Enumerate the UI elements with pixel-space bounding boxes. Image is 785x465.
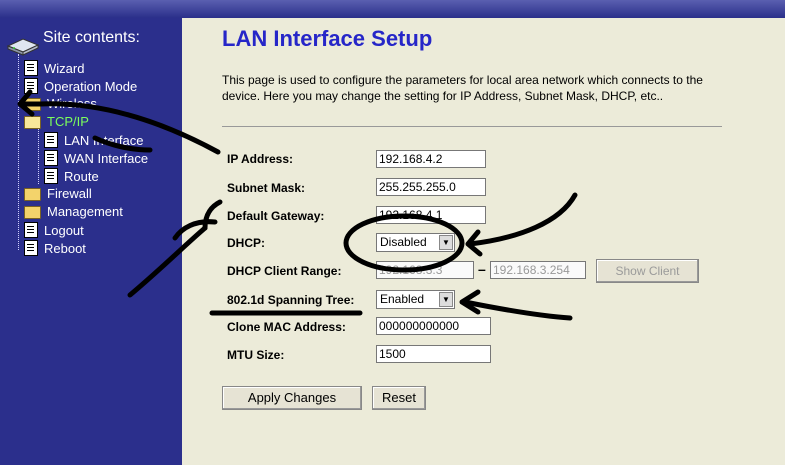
- page-icon: [24, 78, 38, 94]
- page-icon: [24, 60, 38, 76]
- page-icon: [44, 150, 58, 166]
- mtu-size-label: MTU Size:: [227, 348, 285, 362]
- default-gateway-input[interactable]: 192.168.4.1: [376, 206, 486, 224]
- sidebar-item-label: TCP/IP: [47, 114, 89, 129]
- folder-icon: [24, 188, 41, 201]
- dhcp-range-end-input[interactable]: 192.168.3.254: [490, 261, 586, 279]
- spanning-tree-select[interactable]: Enabled ▼: [376, 290, 455, 309]
- sidebar-item-label: Firewall: [47, 186, 92, 201]
- show-client-button[interactable]: Show Client: [596, 259, 699, 283]
- sidebar-item-label: Route: [64, 168, 99, 184]
- sidebar-item-reboot[interactable]: Reboot: [24, 240, 86, 256]
- clone-mac-label: Clone MAC Address:: [227, 320, 346, 334]
- reset-button[interactable]: Reset: [372, 386, 426, 410]
- page-icon: [24, 222, 38, 238]
- sidebar-item-wizard[interactable]: Wizard: [24, 60, 84, 76]
- sidebar-item-label: Operation Mode: [44, 78, 138, 94]
- page-icon: [44, 132, 58, 148]
- divider: [222, 126, 722, 127]
- sidebar-item-label: Reboot: [44, 240, 86, 256]
- sidebar-item-wireless[interactable]: Wireless: [24, 96, 97, 111]
- sidebar: Site contents: Wizard Operation Mode Wir…: [0, 18, 182, 465]
- main-content: LAN Interface Setup This page is used to…: [182, 18, 785, 465]
- folder-icon: [24, 206, 41, 219]
- dhcp-client-range-label: DHCP Client Range:: [227, 264, 342, 278]
- sidebar-item-wan-interface[interactable]: WAN Interface: [44, 150, 148, 166]
- sidebar-item-lan-interface[interactable]: LAN Interface: [44, 132, 144, 148]
- top-bar: [0, 0, 785, 18]
- sidebar-item-label: Management: [47, 204, 123, 219]
- sidebar-title: Site contents:: [43, 29, 140, 46]
- folder-open-icon: [24, 116, 41, 129]
- page-description: This page is used to configure the param…: [222, 73, 703, 103]
- range-dash: –: [478, 261, 486, 277]
- chevron-down-icon: ▼: [439, 235, 453, 250]
- sidebar-item-tcpip[interactable]: TCP/IP: [24, 114, 89, 129]
- folder-icon: [24, 98, 41, 111]
- clone-mac-input[interactable]: 000000000000: [376, 317, 491, 335]
- sidebar-item-label: Wireless: [47, 96, 97, 111]
- ip-address-label: IP Address:: [227, 152, 294, 166]
- spanning-tree-select-value: Enabled: [380, 292, 425, 306]
- dhcp-label: DHCP:: [227, 236, 265, 250]
- ip-address-input[interactable]: 192.168.4.2: [376, 150, 486, 168]
- mtu-size-input[interactable]: 1500: [376, 345, 491, 363]
- page-title: LAN Interface Setup: [222, 26, 433, 51]
- site-logo-icon: [6, 38, 40, 56]
- sidebar-item-operation-mode[interactable]: Operation Mode: [24, 78, 137, 94]
- spanning-tree-label: 802.1d Spanning Tree:: [227, 293, 355, 307]
- sidebar-item-route[interactable]: Route: [44, 168, 99, 184]
- dhcp-select[interactable]: Disabled ▼: [376, 233, 455, 252]
- sidebar-item-label: LAN Interface: [64, 132, 144, 148]
- sidebar-item-logout[interactable]: Logout: [24, 222, 84, 238]
- sidebar-item-label: Wizard: [44, 60, 85, 76]
- subnet-mask-label: Subnet Mask:: [227, 181, 306, 195]
- dhcp-select-value: Disabled: [380, 235, 427, 249]
- page-icon: [24, 240, 38, 256]
- sidebar-item-label: WAN Interface: [64, 150, 149, 166]
- apply-changes-button[interactable]: Apply Changes: [222, 386, 362, 410]
- chevron-down-icon: ▼: [439, 292, 453, 307]
- sidebar-item-firewall[interactable]: Firewall: [24, 186, 92, 201]
- sidebar-item-management[interactable]: Management: [24, 204, 123, 219]
- sidebar-item-label: Logout: [44, 222, 84, 238]
- default-gateway-label: Default Gateway:: [227, 209, 325, 223]
- subnet-mask-input[interactable]: 255.255.255.0: [376, 178, 486, 196]
- page-icon: [44, 168, 58, 184]
- dhcp-range-start-input[interactable]: 192.168.3.3: [376, 261, 474, 279]
